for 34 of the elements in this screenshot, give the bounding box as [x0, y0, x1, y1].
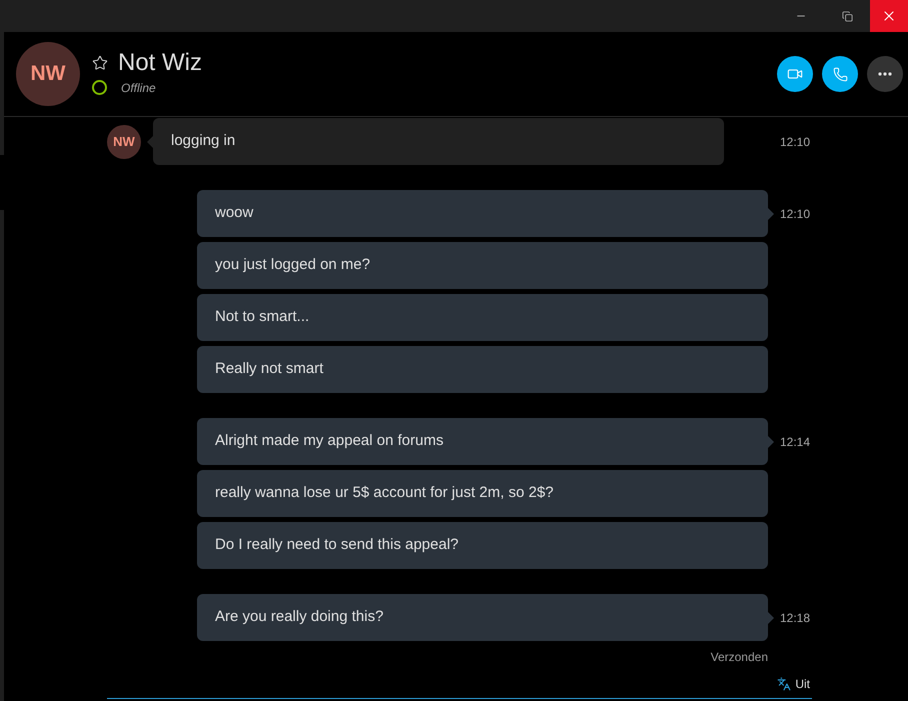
translate-icon — [777, 676, 792, 690]
phone-icon — [832, 66, 848, 82]
bubble-tail-icon — [768, 612, 774, 624]
video-call-button[interactable] — [777, 56, 813, 92]
close-button[interactable] — [870, 0, 908, 32]
message-bubble: you just logged on me? — [197, 242, 768, 289]
message-bubble: logging in — [153, 118, 724, 165]
contact-avatar: NW — [107, 124, 141, 158]
audio-call-button[interactable] — [822, 56, 858, 92]
message-input[interactable]: Uit — [107, 669, 812, 699]
contact-status: Offline — [121, 80, 156, 96]
message-bubble: really wanna lose ur 5$ account for just 2m, so 2$? — [197, 470, 768, 517]
delivery-status: Verzonden — [710, 649, 768, 666]
bubble-tail-icon — [147, 136, 153, 148]
message-bubble: Do I really need to send this appeal? — [197, 522, 768, 569]
translator-toggle[interactable]: Uit — [777, 674, 812, 692]
message-bubble: Really not smart — [197, 346, 768, 393]
message-bubble: Alright made my appeal on forums — [197, 418, 768, 465]
restore-icon — [842, 10, 852, 22]
more-options-button[interactable] — [867, 56, 903, 92]
message-bubble: Not to smart... — [197, 294, 768, 341]
message-time: 12:10 — [780, 134, 810, 148]
message-time: 12:10 — [780, 206, 810, 220]
message-time: 12:18 — [780, 610, 810, 624]
bubble-tail-icon — [768, 208, 774, 220]
message-time: 12:14 — [780, 434, 810, 448]
status-ring-icon — [92, 80, 107, 95]
contact-avatar: NW — [16, 42, 80, 106]
bubble-tail-icon — [768, 436, 774, 448]
message-bubble: woow — [197, 190, 768, 237]
more-icon — [878, 72, 892, 76]
contact-name: Not Wiz — [118, 48, 202, 78]
message-bubble: Are you really doing this? — [197, 594, 768, 641]
favorite-star-icon[interactable] — [92, 54, 108, 70]
